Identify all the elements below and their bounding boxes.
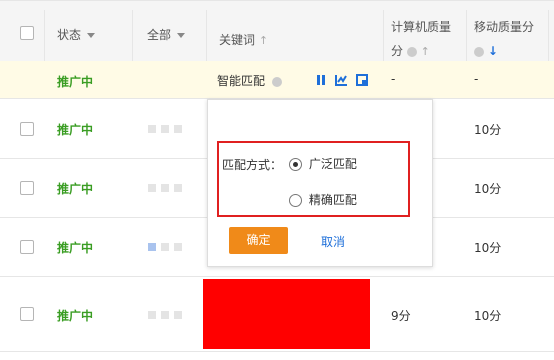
radio-exact-match[interactable]: 精确匹配	[289, 191, 357, 208]
mobile-quality-label: 移动质量分	[474, 20, 535, 34]
placeholder-block	[161, 125, 169, 133]
status-text: 推广中	[57, 75, 94, 89]
radio-exact-label: 精确匹配	[308, 193, 357, 207]
table-row-smart-match: 推广中 智能匹配 - -	[0, 61, 554, 99]
redacted-block	[203, 279, 370, 349]
cancel-link[interactable]: 取消	[321, 233, 345, 250]
placeholder-block	[148, 184, 156, 192]
placeholder-block	[161, 243, 169, 251]
pc-quality-label-line2: 分	[391, 44, 404, 58]
status-filter[interactable]: 状态	[57, 26, 96, 43]
placeholder-block	[148, 125, 156, 133]
radio-broad-input[interactable]	[289, 158, 302, 171]
mobile-score: 10分	[474, 309, 502, 323]
help-icon[interactable]	[474, 46, 484, 57]
row-checkbox[interactable]	[20, 240, 34, 254]
placeholder-block	[174, 184, 182, 192]
radio-broad-label: 广泛匹配	[308, 157, 357, 171]
pc-quality-header[interactable]: 计算机质量 分 ↑	[391, 15, 451, 64]
match-type-label: 匹配方式：	[222, 158, 283, 172]
report-icon[interactable]	[355, 73, 368, 86]
radio-exact-input[interactable]	[289, 194, 302, 207]
row-checkbox[interactable]	[20, 307, 34, 321]
mobile-quality-header[interactable]: 移动质量分 ↓	[474, 15, 534, 63]
keyword-header-label: 关键词	[219, 33, 256, 47]
placeholder-block	[174, 311, 182, 319]
help-icon[interactable]	[271, 76, 282, 87]
mobile-score: 10分	[474, 123, 502, 137]
mobile-score: -	[474, 72, 479, 86]
row-checkbox[interactable]	[20, 122, 34, 136]
keyword-sort[interactable]: 关键词 ↑	[219, 31, 268, 48]
all-header-label: 全部	[147, 28, 172, 42]
all-filter[interactable]: 全部	[147, 26, 186, 43]
pause-icon[interactable]	[317, 72, 327, 86]
row-actions	[317, 72, 368, 86]
sort-up-icon: ↑	[258, 34, 269, 47]
caret-down-icon	[177, 33, 186, 38]
trend-icon[interactable]	[334, 74, 348, 86]
mobile-score: 10分	[474, 241, 502, 255]
sort-down-icon[interactable]: ↓	[488, 44, 498, 58]
select-all-checkbox[interactable]	[20, 26, 34, 40]
row-checkbox[interactable]	[20, 181, 34, 195]
status-header-label: 状态	[57, 28, 82, 42]
placeholder-block	[174, 125, 182, 133]
pc-quality-label-line1: 计算机质量	[391, 20, 452, 34]
sort-up-icon[interactable]: ↑	[421, 45, 430, 58]
status-text: 推广中	[57, 123, 94, 137]
placeholder-block	[161, 311, 169, 319]
mobile-score: 10分	[474, 182, 502, 196]
radio-broad-match[interactable]: 广泛匹配	[289, 155, 357, 172]
mobile-quality-line2: ↓	[474, 39, 534, 63]
confirm-button[interactable]: 确定	[229, 227, 288, 254]
caret-down-icon	[87, 33, 96, 38]
help-icon[interactable]	[406, 46, 417, 57]
placeholder-block	[148, 311, 156, 319]
status-text: 推广中	[57, 241, 94, 255]
placeholder-block	[174, 243, 182, 251]
pc-score: -	[391, 72, 396, 86]
placeholder-block	[161, 184, 169, 192]
pc-score: 9分	[391, 309, 411, 323]
keyword-cell: 智能匹配	[217, 72, 282, 89]
table-header: 状态 全部 关键词 ↑ 计算机质量 分 ↑ 移动质量分 ↓	[0, 0, 554, 62]
status-text: 推广中	[57, 182, 94, 196]
placeholder-block	[148, 243, 156, 251]
keyword-text[interactable]: 智能匹配	[217, 74, 265, 88]
status-text: 推广中	[57, 309, 94, 323]
